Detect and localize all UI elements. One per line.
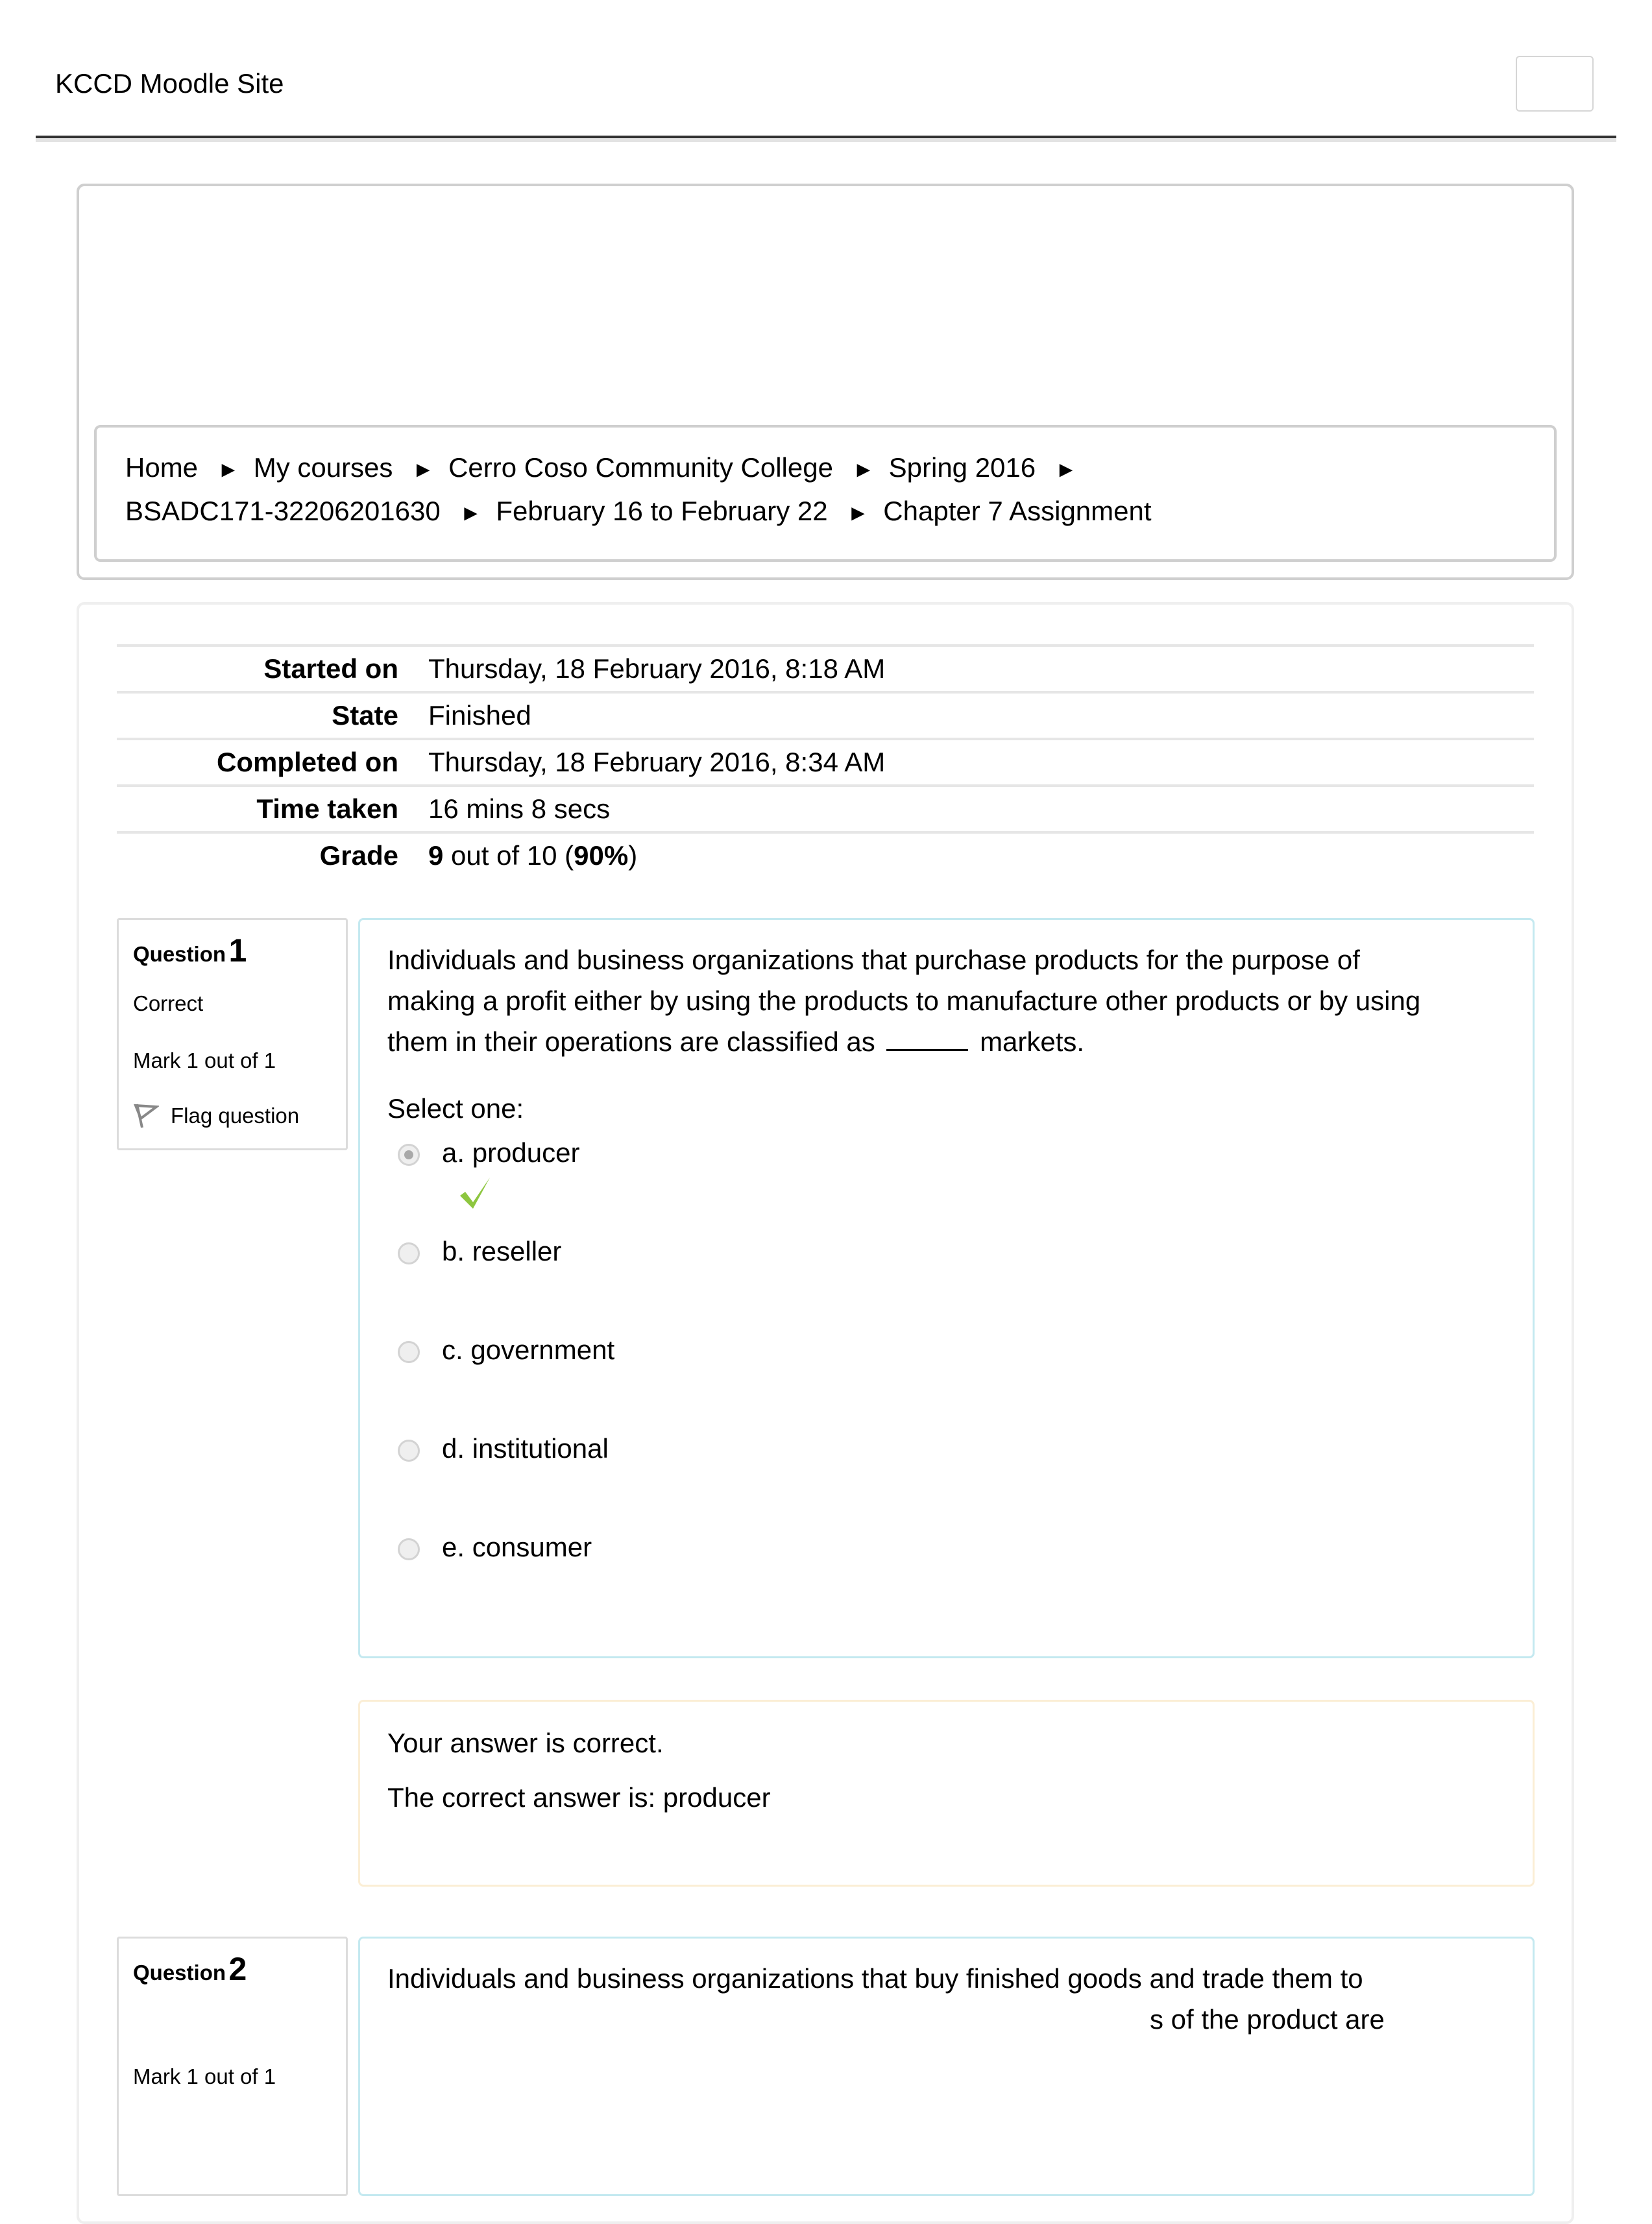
- breadcrumb-separator-icon: ►: [847, 501, 869, 526]
- summary-value: Thursday, 18 February 2016, 8:34 AM: [428, 747, 886, 777]
- answer-option-d[interactable]: d. institutional: [387, 1427, 1505, 1525]
- correct-check-icon: [460, 1178, 490, 1209]
- radio-button-selected[interactable]: [398, 1144, 420, 1166]
- header-divider-shadow: [36, 138, 1616, 142]
- flag-icon: [133, 1104, 159, 1128]
- select-one-prompt: Select one:: [387, 1093, 524, 1124]
- grade-end: ): [628, 840, 638, 871]
- breadcrumb-assignment[interactable]: Chapter 7 Assignment: [883, 496, 1151, 526]
- flag-question-label: Flag question: [171, 1104, 300, 1128]
- question-state: Correct: [133, 991, 204, 1015]
- grade-middle: out of 10 (: [443, 840, 574, 871]
- breadcrumb: Home ► My courses ► Cerro Coso Community Col…: [94, 425, 1557, 562]
- summary-label: Grade: [319, 840, 398, 871]
- summary-row-started: Started on Thursday, 18 February 2016, 8…: [117, 644, 1534, 691]
- feedback-result: Your answer is correct.: [387, 1728, 664, 1758]
- answer-option-c[interactable]: c. government: [387, 1328, 1505, 1427]
- radio-button[interactable]: [398, 1538, 420, 1560]
- radio-button[interactable]: [398, 1242, 420, 1264]
- question-text-line: Individuals and business organizations t…: [387, 1963, 1363, 1994]
- breadcrumb-home[interactable]: Home: [125, 452, 198, 483]
- option-label: b. reseller: [442, 1236, 562, 1266]
- question-title: Question: [133, 942, 226, 966]
- breadcrumb-course[interactable]: BSADC171-32206201630: [125, 496, 441, 526]
- flag-question-button[interactable]: Flag question: [133, 1102, 332, 1130]
- breadcrumb-separator-icon: ►: [217, 457, 239, 482]
- option-label: a. producer: [442, 1137, 580, 1168]
- breadcrumb-separator-icon: ►: [459, 501, 482, 526]
- summary-label: Time taken: [256, 793, 398, 824]
- attempt-summary-table: Started on Thursday, 18 February 2016, 8…: [117, 644, 1534, 878]
- answer-option-e[interactable]: e. consumer: [387, 1525, 1505, 1624]
- question-mark: Mark 1 out of 1: [133, 1048, 276, 1072]
- summary-label: Started on: [263, 653, 398, 684]
- question-2-info: Question 2 Mark 1 out of 1: [117, 1937, 348, 2196]
- question-2-content: Individuals and business organizations t…: [358, 1937, 1535, 2196]
- breadcrumb-my-courses[interactable]: My courses: [254, 452, 393, 483]
- breadcrumb-college[interactable]: Cerro Coso Community College: [448, 452, 833, 483]
- question-blank: [886, 1023, 969, 1051]
- question-number: 1: [228, 932, 247, 969]
- answer-options: a. producer b. reseller c. government d.…: [387, 1131, 1505, 1624]
- question-mark: Mark 1 out of 1: [133, 2064, 276, 2088]
- summary-row-time: Time taken 16 mins 8 secs: [117, 784, 1534, 831]
- question-number: 2: [228, 1951, 247, 1987]
- feedback-correct-answer: The correct answer is: producer: [387, 1782, 771, 1813]
- grade-percent: 90%: [574, 840, 629, 871]
- question-text-end: markets.: [980, 1026, 1085, 1057]
- question-1-info: Question 1 Correct Mark 1 out of 1 Flag …: [117, 918, 348, 1150]
- question-1-content: Individuals and business organizations t…: [358, 918, 1535, 1658]
- question-text: Individuals and business organizations t…: [387, 1958, 1452, 2040]
- question-text: Individuals and business organizations t…: [387, 939, 1452, 1062]
- question-text-fragment: s of the product are: [1150, 2004, 1385, 2035]
- menu-button[interactable]: [1516, 56, 1594, 112]
- option-label: d. institutional: [442, 1433, 609, 1464]
- grade-value: 9 out of 10 (90%): [428, 840, 637, 871]
- breadcrumb-separator-icon: ►: [1055, 457, 1077, 482]
- grade-score: 9: [428, 840, 444, 871]
- radio-button[interactable]: [398, 1341, 420, 1363]
- summary-value: 16 mins 8 secs: [428, 793, 611, 824]
- question-1-feedback: Your answer is correct. The correct answ…: [358, 1700, 1535, 1887]
- radio-button[interactable]: [398, 1440, 420, 1462]
- summary-row-grade: Grade 9 out of 10 (90%): [117, 831, 1534, 878]
- summary-label: State: [332, 700, 398, 731]
- summary-value: Finished: [428, 700, 531, 731]
- summary-row-state: State Finished: [117, 691, 1534, 738]
- summary-row-completed: Completed on Thursday, 18 February 2016,…: [117, 738, 1534, 784]
- breadcrumb-week[interactable]: February 16 to February 22: [496, 496, 827, 526]
- breadcrumb-term[interactable]: Spring 2016: [889, 452, 1036, 483]
- answer-option-b[interactable]: b. reseller: [387, 1229, 1505, 1328]
- breadcrumb-separator-icon: ►: [412, 457, 435, 482]
- summary-value: Thursday, 18 February 2016, 8:18 AM: [428, 653, 886, 684]
- site-title[interactable]: KCCD Moodle Site: [55, 68, 284, 99]
- option-label: c. government: [442, 1335, 615, 1365]
- question-title: Question: [133, 1961, 226, 1985]
- summary-label: Completed on: [217, 747, 398, 777]
- option-label: e. consumer: [442, 1532, 592, 1562]
- breadcrumb-separator-icon: ►: [852, 457, 875, 482]
- answer-option-a[interactable]: a. producer: [387, 1131, 1505, 1229]
